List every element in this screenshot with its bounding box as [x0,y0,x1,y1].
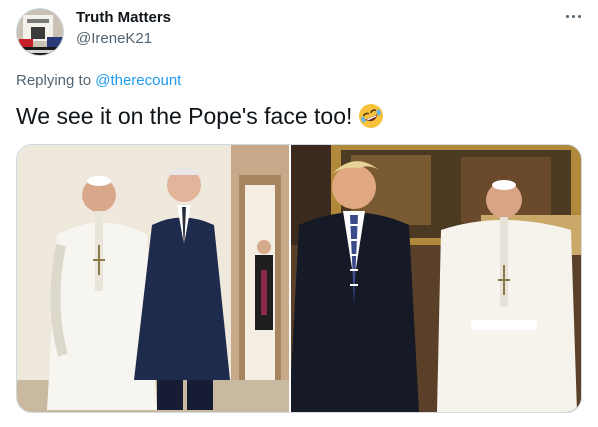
author-handle[interactable]: @IreneK21 [76,30,152,48]
dot [571,14,575,18]
dot [565,14,569,18]
more-horizontal-icon[interactable] [558,4,588,28]
dot [577,14,581,18]
avatar[interactable] [16,8,64,56]
tweet: Truth Matters @IreneK21 Replying to @the… [0,0,598,427]
photo-pope-biden[interactable] [17,145,289,412]
replying-prefix: Replying to [16,72,92,89]
tweet-body: We see it on the Pope's face too! [16,103,353,129]
photo-trump-pope[interactable] [291,145,581,412]
media-grid[interactable] [16,144,582,413]
replying-to-link[interactable]: @therecount [95,72,181,89]
author-name[interactable]: Truth Matters [76,9,171,27]
rolling-on-floor-laughing-icon [358,103,384,129]
replying-to-line: Replying to @therecount [16,72,181,90]
tweet-text: We see it on the Pope's face too! [16,102,384,130]
